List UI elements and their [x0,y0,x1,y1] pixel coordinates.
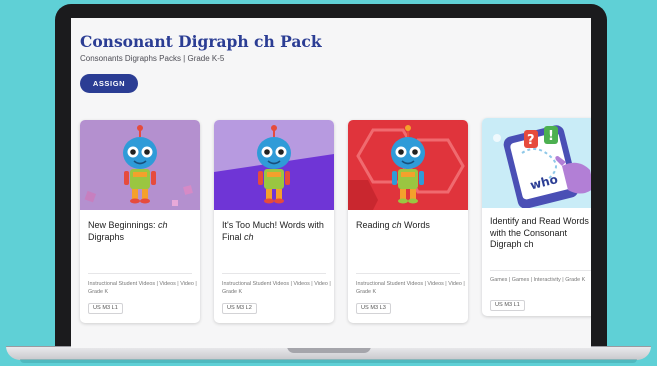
svg-text:!: ! [548,129,554,144]
lesson-card-4[interactable]: who ? ! Identify and Read Words with the… [482,118,591,316]
card-thumbnail-1[interactable] [80,120,200,210]
svg-text:?: ? [527,133,535,148]
laptop-shadow [20,359,637,363]
card-divider [356,273,460,274]
lesson-card-2[interactable]: It's Too Much! Words with Final ch Instr… [214,120,334,323]
card-title-1[interactable]: New Beginnings: ch Digraphs [88,220,196,243]
card-title-4[interactable]: Identify and Read Words with the Consona… [490,216,591,251]
card-code-badge-2: US M3 L2 [222,303,257,314]
card-code-badge-4: US M3 L1 [490,300,525,311]
card-code-badge-3: US M3 L3 [356,303,391,314]
card-thumbnail-4[interactable]: who ? ! [482,118,591,208]
card-divider [222,273,326,274]
card-divider [88,273,192,274]
laptop-screen: Consonant Digraph ch Pack Consonants Dig… [71,18,591,348]
card-meta-4: Games | Games | Interactivity | Grade K [490,277,586,283]
card-title-2[interactable]: It's Too Much! Words with Final ch [222,220,330,243]
card-meta-3: Instructional Student Videos | Videos | … [356,281,465,295]
card-meta-1: Instructional Student Videos | Videos | … [88,281,197,295]
card-thumbnail-2[interactable] [214,120,334,210]
card-thumbnail-3[interactable] [348,120,468,210]
card-code-badge-1: US M3 L1 [88,303,123,314]
page-subtitle: Consonants Digraphs Packs | Grade K-5 [80,54,225,63]
lesson-card-3[interactable]: Reading ch Words Instructional Student V… [348,120,468,323]
assign-button[interactable]: ASSIGN [80,74,138,93]
lesson-card-1[interactable]: New Beginnings: ch Digraphs Instructiona… [80,120,200,323]
page-title: Consonant Digraph ch Pack [80,32,322,51]
card-title-3[interactable]: Reading ch Words [356,220,464,232]
card-meta-2: Instructional Student Videos | Videos | … [222,281,331,295]
card-divider [490,270,591,271]
